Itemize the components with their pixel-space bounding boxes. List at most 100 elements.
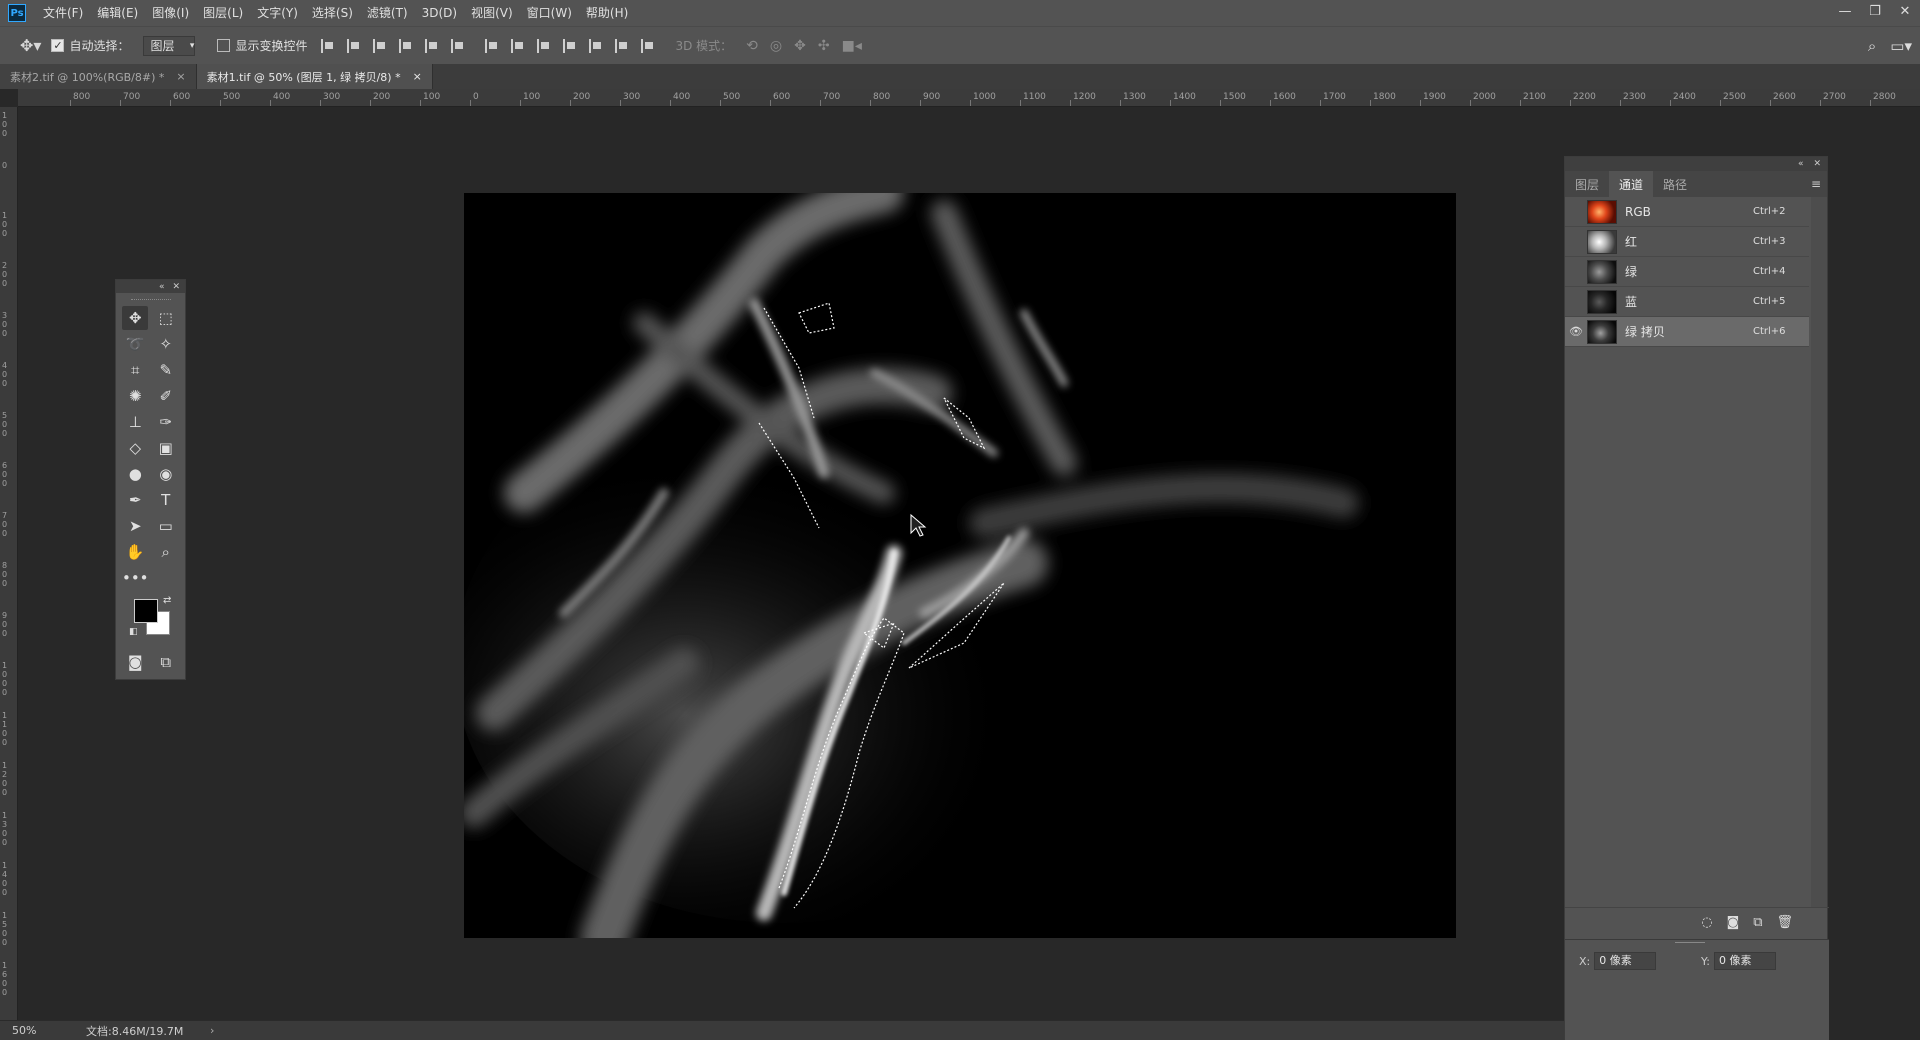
distribute-bottom-icon[interactable]: [537, 38, 551, 53]
swap-colors-icon[interactable]: ⇄: [163, 595, 171, 606]
lasso-tool-icon[interactable]: ➰: [122, 332, 148, 356]
blur-tool-icon[interactable]: ●: [122, 462, 148, 486]
menu-edit[interactable]: 编辑(E): [90, 0, 145, 26]
show-transform-checkbox[interactable]: [217, 39, 231, 52]
restore-button[interactable]: ❐: [1860, 0, 1890, 22]
load-selection-icon[interactable]: ◌: [1701, 915, 1712, 930]
channel-row-green[interactable]: 绿 Ctrl+4: [1565, 257, 1809, 287]
ruler-horizontal[interactable]: 800 700 600 500 400 300 200 100 0 100 200 300 400 500…: [18, 89, 1920, 107]
foreground-color-swatch[interactable]: [134, 599, 158, 623]
path-selection-tool-icon[interactable]: ➤: [122, 514, 148, 538]
tab-document-2[interactable]: 素材2.tif @ 100%(RGB/8#) * ×: [0, 64, 197, 89]
tools-panel-header[interactable]: « ✕: [116, 280, 185, 293]
search-icon[interactable]: ⌕: [1868, 37, 1876, 55]
more-tools-icon[interactable]: •••: [122, 566, 149, 590]
menu-view[interactable]: 视图(V): [464, 0, 520, 26]
move-tool-preset-icon[interactable]: ✥▾: [20, 36, 41, 55]
menu-type[interactable]: 文字(Y): [250, 0, 305, 26]
channel-row-blue[interactable]: 蓝 Ctrl+5: [1565, 287, 1809, 317]
gradient-tool-icon[interactable]: ▣: [153, 436, 179, 460]
menu-select[interactable]: 选择(S): [305, 0, 360, 26]
close-icon[interactable]: ✕: [172, 282, 180, 292]
eyedropper-tool-icon[interactable]: ✎: [153, 358, 179, 382]
3d-orbit-icon[interactable]: ⟲: [746, 38, 758, 54]
save-selection-icon[interactable]: ◙: [1727, 915, 1740, 930]
tab-close-icon[interactable]: ×: [413, 70, 422, 83]
channel-row-rgb[interactable]: RGB Ctrl+2: [1565, 197, 1809, 227]
align-top-icon[interactable]: [321, 38, 335, 53]
y-value[interactable]: 0 像素: [1713, 952, 1776, 970]
tab-paths[interactable]: 路径: [1653, 171, 1697, 197]
channel-row-red[interactable]: 红 Ctrl+3: [1565, 227, 1809, 257]
brush-tool-icon[interactable]: ✐: [153, 384, 179, 408]
menu-3d[interactable]: 3D(D): [415, 0, 464, 26]
menu-layer[interactable]: 图层(L): [196, 0, 250, 26]
menu-filter[interactable]: 滤镜(T): [360, 0, 415, 26]
zoom-tool-icon[interactable]: ⌕: [153, 540, 179, 564]
tab-document-1[interactable]: 素材1.tif @ 50% (图层 1, 绿 拷贝/8) * ×: [196, 64, 433, 89]
ruler-vertical[interactable]: 100 0 100 200 300 400 500 600 700 800 900 1000 1100 1…: [0, 107, 18, 1020]
workspace-icon[interactable]: ▭▾: [1890, 37, 1912, 55]
3d-roll-icon[interactable]: ◎: [770, 38, 782, 54]
delete-channel-icon[interactable]: 🗑: [1776, 915, 1793, 930]
history-brush-tool-icon[interactable]: ✑: [153, 410, 179, 434]
collapse-icon[interactable]: «: [1798, 159, 1804, 169]
eraser-tool-icon[interactable]: ◇: [122, 436, 148, 460]
auto-align-icon[interactable]: [641, 38, 655, 53]
default-colors-icon[interactable]: ◧: [129, 627, 138, 637]
close-button[interactable]: ✕: [1890, 0, 1920, 22]
status-menu-arrow[interactable]: ›: [210, 1024, 214, 1037]
menu-help[interactable]: 帮助(H): [579, 0, 635, 26]
screen-mode-icon[interactable]: ⧉: [153, 650, 179, 674]
panel-menu-icon[interactable]: ≡: [1811, 177, 1821, 191]
tab-layers[interactable]: 图层: [1565, 171, 1609, 197]
3d-slide-icon[interactable]: ✣: [818, 38, 830, 54]
rectangle-tool-icon[interactable]: ▭: [153, 514, 179, 538]
zoom-level[interactable]: 50%: [0, 1024, 70, 1037]
panel-divider-grip[interactable]: [1675, 942, 1705, 943]
align-right-icon[interactable]: [451, 38, 465, 53]
marquee-tool-icon[interactable]: ⬚: [153, 306, 179, 330]
crop-tool-icon[interactable]: ⌗: [122, 358, 148, 382]
dodge-tool-icon[interactable]: ◉: [153, 462, 179, 486]
healing-brush-tool-icon[interactable]: ✺: [122, 384, 148, 408]
align-bottom-icon[interactable]: [373, 38, 387, 53]
align-hcenter-icon[interactable]: [425, 38, 439, 53]
channels-panel-header[interactable]: « ✕: [1565, 157, 1827, 171]
menu-window[interactable]: 窗口(W): [520, 0, 579, 26]
eye-icon[interactable]: 👁: [1565, 325, 1587, 338]
menu-image[interactable]: 图像(I): [145, 0, 196, 26]
clone-stamp-tool-icon[interactable]: ⊥: [122, 410, 148, 434]
align-left-icon[interactable]: [399, 38, 413, 53]
distribute-hcenter-icon[interactable]: [589, 38, 603, 53]
auto-select-target-select[interactable]: 图层 ▾: [143, 35, 196, 56]
hand-tool-icon[interactable]: ✋: [122, 540, 148, 564]
type-tool-icon[interactable]: T: [153, 488, 179, 512]
tab-channels[interactable]: 通道: [1609, 171, 1654, 197]
3d-pan-icon[interactable]: ✥: [794, 38, 806, 54]
channel-row-green-copy[interactable]: 👁 绿 拷贝 Ctrl+6: [1565, 317, 1809, 347]
magic-wand-tool-icon[interactable]: ✧: [153, 332, 179, 356]
tools-panel-grip[interactable]: [116, 293, 185, 305]
3d-camera-icon[interactable]: ■◂: [842, 38, 862, 54]
distribute-vcenter-icon[interactable]: [511, 38, 525, 53]
pen-tool-icon[interactable]: ✒: [122, 488, 148, 512]
minimize-button[interactable]: —: [1830, 0, 1860, 22]
ruler-label: 700: [823, 92, 841, 102]
ruler-tick: [320, 100, 321, 106]
distribute-right-icon[interactable]: [615, 38, 629, 53]
close-icon[interactable]: ✕: [1813, 159, 1821, 169]
auto-select-checkbox[interactable]: ✓: [51, 39, 65, 52]
menu-file[interactable]: 文件(F): [36, 0, 90, 26]
distribute-top-icon[interactable]: [485, 38, 499, 53]
document-canvas[interactable]: [464, 193, 1456, 938]
tab-close-icon[interactable]: ×: [176, 70, 185, 83]
align-vcenter-icon[interactable]: [347, 38, 361, 53]
quick-mask-icon[interactable]: ◙: [122, 650, 148, 674]
move-tool-icon[interactable]: ✥: [122, 306, 149, 330]
x-value[interactable]: 0 像素: [1594, 952, 1657, 970]
collapse-icon[interactable]: «: [159, 282, 165, 292]
distribute-left-icon[interactable]: [563, 38, 577, 53]
new-channel-icon[interactable]: ⧉: [1753, 915, 1762, 930]
channels-scrollbar[interactable]: [1811, 197, 1827, 907]
